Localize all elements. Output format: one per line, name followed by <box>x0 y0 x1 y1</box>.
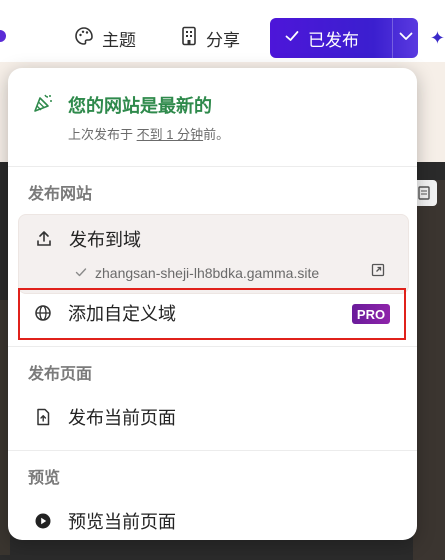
play-circle-icon <box>18 512 68 530</box>
file-upload-icon <box>18 408 68 426</box>
party-popper-icon <box>32 92 54 119</box>
check-icon <box>284 28 300 49</box>
preview-current-page-item[interactable]: 预览当前页面 <box>18 504 407 538</box>
publish-to-domain-label: 发布到域 <box>69 230 141 250</box>
theme-button[interactable]: 主题 <box>74 18 136 58</box>
domain-url: zhangsan-sheji-lh8bdka.gamma.site <box>95 265 320 281</box>
status-sub-suffix: 前。 <box>203 127 230 142</box>
theme-label: 主题 <box>102 30 136 50</box>
preview-current-page-label: 预览当前页面 <box>68 512 176 532</box>
status-sub-prefix: 上次发布于 <box>68 127 137 142</box>
publish-current-page-label: 发布当前页面 <box>68 408 176 428</box>
chevron-down-icon <box>397 27 415 50</box>
palette-icon <box>74 26 94 51</box>
last-published-time: 不到 1 分钟 <box>136 127 204 142</box>
section-title-preview: 预览 <box>28 470 61 487</box>
top-toolbar: 主题 分享 已发布 <box>0 18 445 58</box>
check-icon <box>75 265 87 281</box>
status-title: 您的网站是最新的 <box>68 96 212 116</box>
publish-current-page-item[interactable]: 发布当前页面 <box>18 400 407 434</box>
published-button[interactable]: 已发布 <box>270 18 380 58</box>
custom-domain-highlight <box>18 288 406 340</box>
upload-icon <box>19 230 69 248</box>
publish-options-toggle[interactable] <box>393 18 418 58</box>
divider <box>8 346 417 347</box>
domain-url-row: zhangsan-sheji-lh8bdka.gamma.site <box>75 265 319 281</box>
background-decoration <box>413 180 445 560</box>
publish-to-domain-item[interactable]: 发布到域 <box>19 225 408 253</box>
share-button[interactable]: 分享 <box>180 18 240 58</box>
external-link-icon[interactable] <box>371 263 385 282</box>
published-split-button: 已发布 <box>270 18 418 58</box>
status-subtitle: 上次发布于 不到 1 分钟前。 <box>68 124 229 143</box>
building-icon <box>180 26 198 51</box>
section-title-publish-page: 发布页面 <box>28 366 93 383</box>
publish-status: 您的网站是最新的 上次发布于 不到 1 分钟前。 <box>8 68 417 166</box>
publish-to-domain-card[interactable]: 发布到域 zhangsan-sheji-lh8bdka.gamma.site <box>18 214 409 294</box>
divider <box>8 450 417 451</box>
divider <box>8 166 417 167</box>
published-label: 已发布 <box>308 30 359 50</box>
share-label: 分享 <box>206 30 240 50</box>
section-title-publish-site: 发布网站 <box>28 186 93 203</box>
